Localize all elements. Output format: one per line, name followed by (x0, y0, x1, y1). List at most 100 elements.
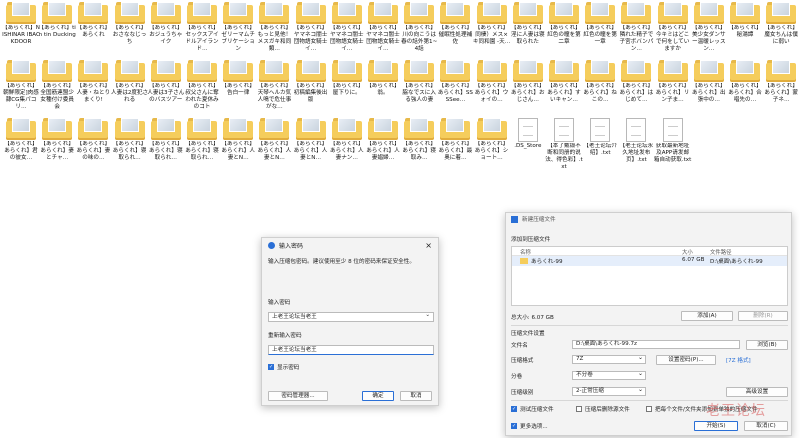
test-archive-label: 测试压缩文件 (520, 407, 554, 413)
folder-item[interactable]: 【あらくれ】あらくれ】SSSSee… (436, 60, 474, 118)
folder-item[interactable]: 【あらくれ】あらくれ】ねこの… (581, 60, 619, 118)
folder-item[interactable]: 【あらくれ】あらくれ】人妻とN… (219, 118, 257, 176)
folder-item[interactable]: 【あらくれ】秘湯譚 (726, 2, 764, 60)
folder-item[interactable]: 【あらくれ】おジュうちゃイク (147, 2, 185, 60)
remove-button[interactable]: 删除(R) (738, 311, 788, 321)
filename-label: 文件名 (511, 343, 528, 349)
folder-item[interactable]: 【あらくれ】ヤマネコ闇士団物語女騎士イ… (364, 2, 402, 60)
folder-item[interactable]: 【あらくれ】あらくれ】ウォイの… (473, 60, 511, 118)
folder-item[interactable]: 【あらくれ】人妻は3子さんのバスツアー (147, 60, 185, 118)
folder-item[interactable]: 【あらくれ】あらくれ】人妻ナン… (328, 118, 366, 176)
folder-item[interactable]: 【あらくれ】あらくれ】最奥に着… (436, 118, 474, 176)
folder-item[interactable]: 【あらくれ】今キミはどこで何をしていますか (654, 2, 692, 60)
folder-item[interactable]: 【あらくれ】屋下りに。 (328, 60, 366, 118)
advanced-settings-button[interactable]: 高级设置 (726, 387, 788, 397)
list-item[interactable]: あらくれ-99 6.07 GB D:\桌面\あらくれ-99 (512, 256, 787, 266)
folder-icon (295, 60, 326, 82)
folder-item[interactable]: 【あらくれ】同棲）メス×キ同和園 -天… (473, 2, 511, 60)
show-password-checkbox[interactable]: ✓ 显示密码 (268, 363, 299, 371)
folder-item[interactable]: 【あらくれ】叔父さんに奪われた夏休みのコト (183, 60, 221, 118)
file-name: 【あらくれ】もっと見他！メスガキ和同類… (257, 25, 292, 52)
folder-icon (404, 118, 435, 140)
folder-item[interactable]: 【あらくれ】あらくれ】人妻娼婦… (364, 118, 402, 176)
split-select[interactable]: 不分卷 (572, 370, 646, 380)
folder-item[interactable]: 【あらくれ】あらくれ (74, 2, 112, 60)
folder-item[interactable]: 【あらくれ】隣れた精子で子宮ボバンパン… (617, 2, 655, 60)
folder-item[interactable]: 【あらくれ】淫に人妻は寝取られた (509, 2, 547, 60)
folder-item[interactable]: 【あらくれ】初稿編集後出版 (292, 60, 330, 118)
folder-item[interactable]: 【あらくれ】ゼリーマムチブリケーション (219, 2, 257, 60)
folder-item[interactable]: 【あらくれ】告白一律 (219, 60, 257, 118)
folder-icon (42, 118, 73, 140)
folder-icon (440, 118, 471, 140)
folder-item[interactable]: 【あらくれ】ヤマネコ闇士団物語女騎士イ… (292, 2, 330, 60)
folder-item[interactable]: 【あらくれ】脇なでスに入る強人の妻 (400, 60, 438, 118)
folder-item[interactable]: 【あらくれ】美少女ダンサー温暖レッスン… (690, 2, 728, 60)
folder-item[interactable]: 【あらくれ】天琴へルカ気人鳴で危仕事がな… (255, 60, 293, 118)
folder-item[interactable]: 【あらくれ】あらくれ】蒙子ネ… (762, 60, 800, 118)
cancel-archive-button[interactable]: 取消(C) (744, 421, 788, 431)
folder-item[interactable]: 【あらくれ】あらくれ】人妻とN… (292, 118, 330, 176)
cancel-button[interactable]: 取消 (400, 391, 432, 401)
folder-item[interactable]: 【あらくれ】あらくれ】合唱先の… (726, 60, 764, 118)
password-description: 输入压缩包密码。建议使用至少 8 位的密码来保证安全性。 (268, 259, 415, 265)
folder-item[interactable]: 【あらくれ】翁。 (364, 60, 402, 118)
file-item[interactable]: 【本了戴锻不断和同册的说法、得色彩】.txt (545, 118, 583, 176)
folder-item[interactable]: 【あらくれ】紅色の瞳を第二章 (545, 2, 583, 60)
folder-item[interactable]: 【あらくれ】あらくれ】寝取られ… (111, 118, 149, 176)
folder-item[interactable]: 【あらくれ】全国筋連盟少女種付け委員会 (38, 60, 76, 118)
file-item[interactable]: .DS_Store (509, 118, 547, 176)
folder-item[interactable]: 【あらくれ】人妻・ねとりまくり! (74, 60, 112, 118)
folder-item[interactable]: 【あらくれ】あらくれ】ショート… (473, 118, 511, 176)
filename-input[interactable]: D:\桌面\あらくれ-99.7z (572, 340, 740, 349)
folder-item[interactable]: 【あらくれ】あらくれ】妻とチャ… (38, 118, 76, 176)
folder-icon (440, 2, 471, 24)
reenter-password-input[interactable]: 上老王论坛当老王 (268, 345, 434, 355)
col-path: 文件路径 (710, 250, 732, 256)
folder-item[interactable]: 【あらくれ】NISHINAR IBACKDOOR (2, 2, 40, 60)
folder-item[interactable]: 【あらくれ】あらくれ】おじさん… (509, 60, 547, 118)
test-archive-checkbox[interactable]: ✓ 测试压缩文件 (511, 405, 554, 413)
folder-item[interactable]: 【あらくれ】セックスアイドルアイランド… (183, 2, 221, 60)
browse-button[interactable]: 浏览(B) (746, 340, 788, 350)
folder-item[interactable]: 【あらくれ】あらくれ】人妻とN… (255, 118, 293, 176)
folder-item[interactable]: 【あらくれ】人妻は2度犯される (111, 60, 149, 118)
folder-item[interactable]: 【あらくれ】あらくれ】寝取られ… (183, 118, 221, 176)
file-item[interactable]: 【老王论坛介绍】.txt (581, 118, 619, 176)
folder-item[interactable]: 【あらくれ】あらくれ】出張中の… (690, 60, 728, 118)
folder-item[interactable]: 【あらくれ】川の向こうは春の話外第1~4話 (400, 2, 438, 60)
set-password-button[interactable]: 设置密码(P)... (656, 355, 716, 365)
file-item[interactable]: 【老王论坛永久地址发布页】.txt (617, 118, 655, 176)
folder-item[interactable]: 【あらくれ】おさななじっち (111, 2, 149, 60)
password-manager-button[interactable]: 密码管理器... (268, 391, 328, 401)
folder-item[interactable]: 【あらくれ】あらくれ】君の彼女… (2, 118, 40, 176)
folder-item[interactable]: 【あらくれ】あらくれ】寝取られ… (147, 118, 185, 176)
format-select[interactable]: 7Z (572, 354, 646, 364)
file-list[interactable]: 名称 大小 文件路径 あらくれ-99 6.07 GB D:\桌面\あらくれ-99 (511, 246, 788, 306)
close-icon[interactable]: × (425, 241, 432, 250)
file-name: 【あらくれ】隣れた精子で子宮ボバンパン… (619, 25, 654, 52)
folder-item[interactable]: 【あらくれ】紅色の瞳を第一章 (581, 2, 619, 60)
folder-item[interactable]: 【あらくれ】tin tin Ducking (38, 2, 76, 60)
delete-source-label: 压缩后删除源文件 (585, 407, 630, 413)
folder-item[interactable]: 【あらくれ】もっと見他！メスガキ和同類… (255, 2, 293, 60)
folder-item[interactable]: 【あらくれ】あらくれ】すいキャン… (545, 60, 583, 118)
folder-item[interactable]: 【あらくれ】あらくれ】リン子ま… (654, 60, 692, 118)
file-name: 【あらくれ】あらくれ】人妻とN… (257, 141, 292, 161)
enter-password-input[interactable]: 上老王论坛当老王 (268, 312, 434, 322)
ok-button[interactable]: 确定 (362, 391, 394, 401)
format-help-link[interactable]: [7Z 格式] (726, 356, 751, 364)
folder-item[interactable]: 【あらくれ】魔女ちんは僕に弱い (762, 2, 800, 60)
add-button[interactable]: 添加(A) (681, 311, 733, 321)
start-button[interactable]: 开始(S) (694, 421, 738, 431)
folder-item[interactable]: 【あらくれ】催眠性処理補佐 (436, 2, 474, 60)
delete-source-checkbox[interactable]: 压缩后删除源文件 (576, 405, 630, 413)
folder-item[interactable]: 【あらくれ】あらくれ】寝取み… (400, 118, 438, 176)
level-select[interactable]: 2-正常压缩 (572, 386, 646, 396)
folder-item[interactable]: 【あらくれ】あらくれ】妻の味の… (74, 118, 112, 176)
file-item[interactable]: 获取最新地址及APP请发邮箱自动获取.txt (654, 118, 692, 176)
folder-item[interactable]: 【あらくれ】ヤマネコ闇士団物語女騎士イ… (328, 2, 366, 60)
folder-item[interactable]: 【あらくれ】朝鮮限定]肉感隷CG集パコリ… (2, 60, 40, 118)
more-options-toggle[interactable]: ✓ 更多选项... (511, 422, 548, 430)
folder-item[interactable]: 【あらくれ】あらくれ】はじめて… (617, 60, 655, 118)
